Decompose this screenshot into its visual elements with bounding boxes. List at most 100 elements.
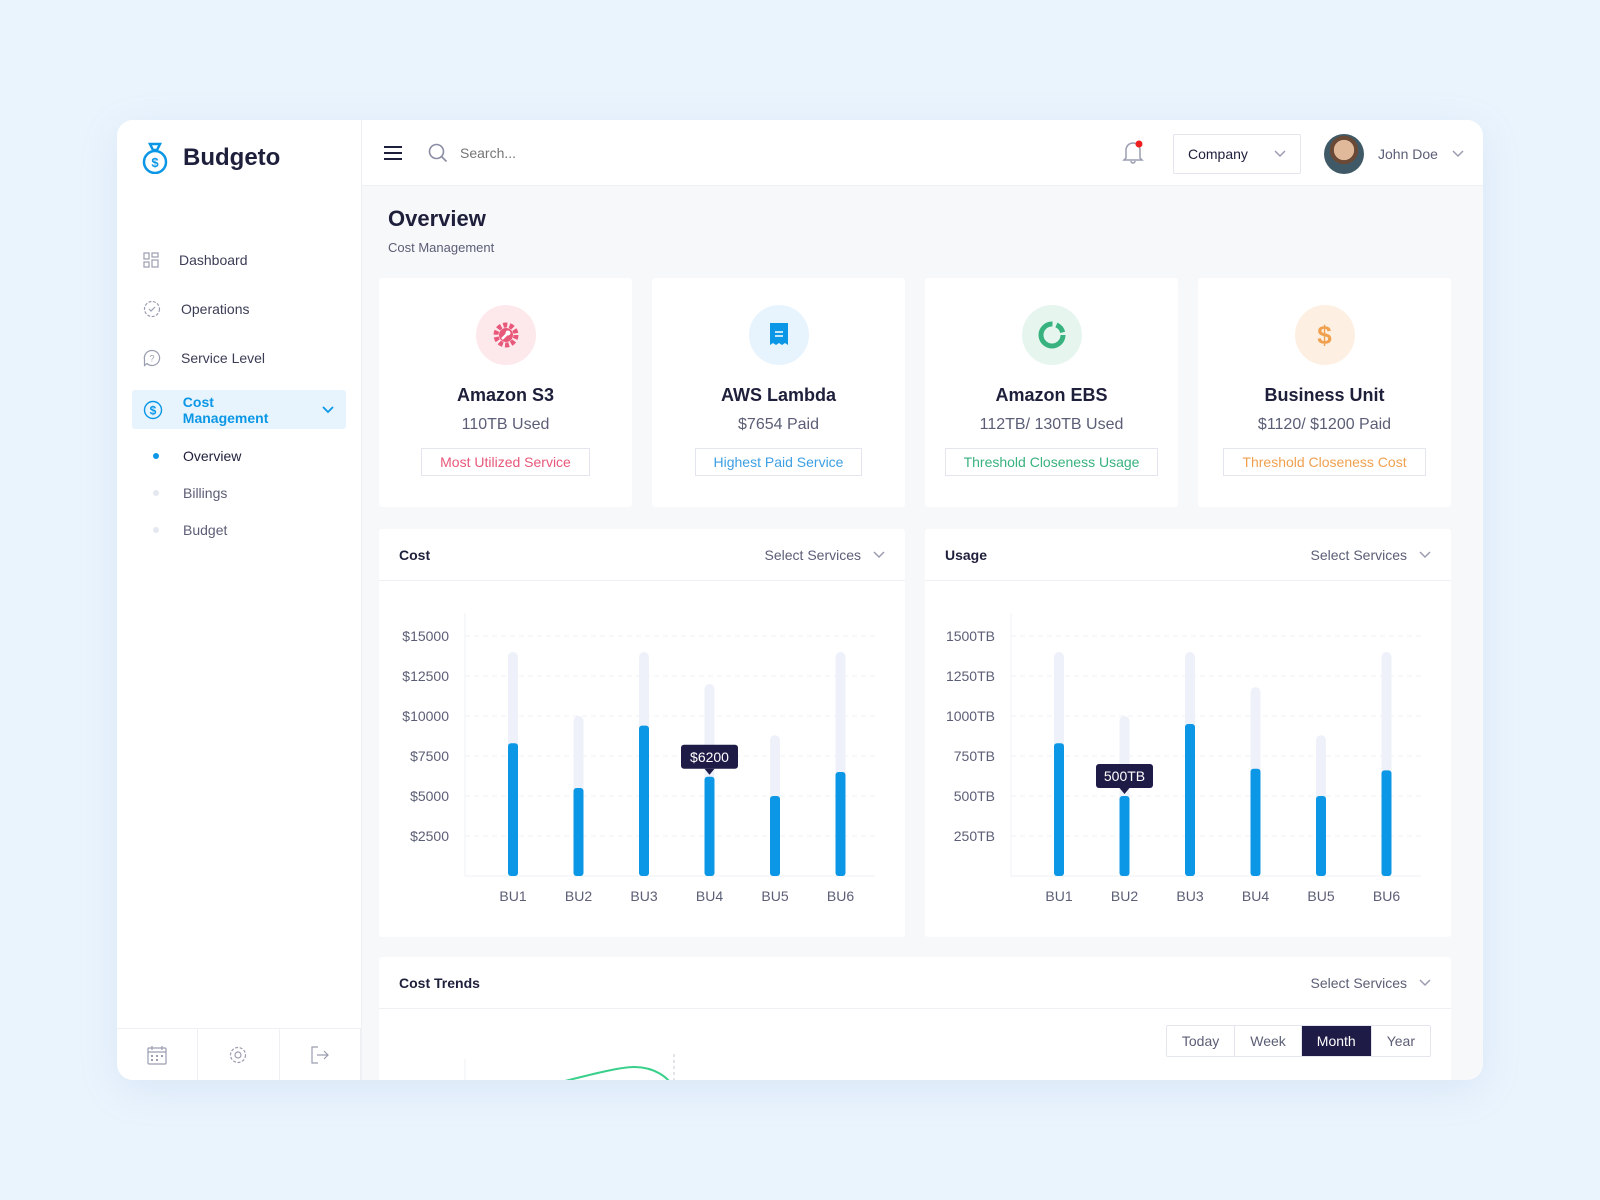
sidebar-item-label: Operations [181, 300, 250, 317]
brand-name: Budgeto [183, 144, 281, 171]
select-label: Select Services [1310, 546, 1407, 563]
chevron-down-icon [322, 405, 334, 413]
select-services-dropdown[interactable]: Select Services [765, 547, 885, 563]
sidebar-item-cost-management[interactable]: $ Cost Management [132, 390, 346, 429]
bullet-icon [153, 489, 159, 496]
sidebar-subitem-budget[interactable]: Budget [153, 511, 361, 548]
y-tick-label: $5000 [410, 788, 449, 804]
tooltip-text: $6200 [690, 749, 729, 765]
user-menu[interactable]: John Doe [1324, 134, 1464, 174]
sidebar-subitem-billings[interactable]: Billings [153, 474, 361, 511]
x-tick-label: BU5 [761, 888, 788, 904]
x-tick-label: BU1 [1045, 888, 1072, 904]
x-tick-label: BU6 [1373, 888, 1400, 904]
svg-text:$: $ [151, 155, 159, 170]
stat-name: AWS Lambda [720, 385, 836, 405]
bullet-icon [153, 526, 159, 533]
company-label: Company [1188, 146, 1248, 162]
logout-icon [311, 1045, 329, 1064]
gear-wrench-icon [475, 305, 536, 365]
stat-card-business-unit: $ Business Unit $1120/ $1200 Paid Thresh… [1198, 278, 1451, 507]
badge-check-icon [143, 300, 161, 317]
x-tick-label: BU4 [696, 888, 723, 904]
stat-tag[interactable]: Threshold Closeness Usage [944, 448, 1159, 476]
x-tick-label: BU2 [565, 888, 592, 904]
x-tick-label: BU2 [1111, 888, 1138, 904]
sidebar-item-label: Cost Management [182, 393, 269, 426]
company-select[interactable]: Company [1173, 134, 1301, 174]
range-today[interactable]: Today [1167, 1026, 1236, 1056]
usage-chart-card: Usage Select Services 250TB 500TB 750TB 1000… [925, 529, 1451, 937]
sidebar-item-operations[interactable]: Operations [117, 284, 361, 333]
money-bag-icon: $ [142, 142, 168, 174]
dollar-circle-icon: $ [143, 400, 163, 419]
select-label: Select Services [1310, 974, 1407, 991]
sidebar-item-label: Service Level [181, 349, 266, 366]
time-range-toggle: Today Week Month Year [1165, 1025, 1431, 1057]
bar [1250, 768, 1261, 876]
y-tick-label: $15000 [402, 628, 449, 644]
select-label: Select Services [764, 546, 861, 563]
logo[interactable]: $ Budgeto [141, 142, 280, 174]
logout-button[interactable] [280, 1029, 361, 1080]
user-name: John Doe [1378, 146, 1438, 162]
y-tick-label: $2500 [410, 828, 449, 844]
stat-tag[interactable]: Highest Paid Service [694, 448, 863, 476]
y-tick-label: 500TB [954, 788, 995, 804]
cost-management-submenu: Overview Billings Budget [117, 437, 361, 548]
bar [1381, 770, 1392, 876]
chevron-down-icon [1419, 550, 1431, 558]
settings-button[interactable] [198, 1029, 280, 1080]
y-tick-label: 1500TB [946, 628, 995, 644]
sidebar-footer [117, 1028, 361, 1080]
x-tick-label: BU3 [1176, 888, 1203, 904]
stat-value: 110TB Used [461, 416, 550, 433]
grid-icon [143, 251, 159, 268]
cost-trends-card: Cost Trends Select Services Today Week Mo… [379, 957, 1451, 1080]
notification-dot [1135, 140, 1143, 148]
calendar-button[interactable] [117, 1029, 199, 1080]
stat-tag[interactable]: Most Utilized Service [421, 448, 590, 476]
avatar [1324, 134, 1364, 174]
bar [1316, 796, 1326, 876]
sidebar-item-label: Dashboard [179, 251, 248, 268]
ring-icon [1021, 305, 1082, 365]
stat-name: Business Unit [1264, 385, 1385, 405]
y-tick-label: $12500 [402, 668, 449, 684]
sidebar-item-dashboard[interactable]: Dashboard [117, 235, 361, 284]
dollar-icon: $ [1294, 305, 1355, 365]
y-tick-label: $10000 [402, 708, 449, 724]
hamburger-menu-icon[interactable] [384, 145, 402, 160]
sidebar-item-service-level[interactable]: ? Service Level [117, 333, 361, 382]
range-week[interactable]: Week [1235, 1026, 1302, 1056]
notification-bell-icon[interactable] [1122, 140, 1144, 164]
y-tick-label: 1000TB [946, 708, 995, 724]
bar [1185, 724, 1195, 876]
stat-tag[interactable]: Threshold Closeness Cost [1223, 448, 1426, 476]
cost-bar-chart: $2500 $5000 $7500 $10000 $12500 $15000 BU1 BU2 B… [402, 613, 875, 904]
svg-text:$: $ [150, 403, 157, 417]
cost-trend-line-chart [464, 1054, 675, 1080]
page-subtitle: Cost Management [388, 240, 495, 255]
search-input[interactable] [460, 144, 760, 161]
range-year[interactable]: Year [1372, 1026, 1430, 1056]
search-bar [428, 143, 760, 163]
sidebar-nav: Dashboard Operations ? Service Level $ Cos… [117, 235, 361, 548]
bar [770, 796, 780, 876]
bar [1054, 743, 1064, 876]
search-icon[interactable] [428, 143, 448, 163]
select-services-dropdown[interactable]: Select Services [1311, 975, 1431, 991]
sidebar-subitem-overview[interactable]: Overview [153, 437, 361, 474]
subitem-label: Overview [183, 447, 242, 464]
bar [704, 776, 715, 876]
cost-chart-card: Cost Select Services $2500 $5000 $7500 $1000… [379, 529, 905, 937]
bar [573, 788, 584, 876]
trend-line [564, 1065, 670, 1080]
bar [835, 772, 846, 876]
range-month[interactable]: Month [1301, 1026, 1372, 1056]
subitem-label: Budget [183, 521, 228, 538]
stat-name: Amazon S3 [456, 385, 555, 405]
stat-value: $1120/ $1200 Paid [1257, 416, 1392, 433]
select-services-dropdown[interactable]: Select Services [1311, 547, 1431, 563]
bar [1119, 796, 1130, 876]
